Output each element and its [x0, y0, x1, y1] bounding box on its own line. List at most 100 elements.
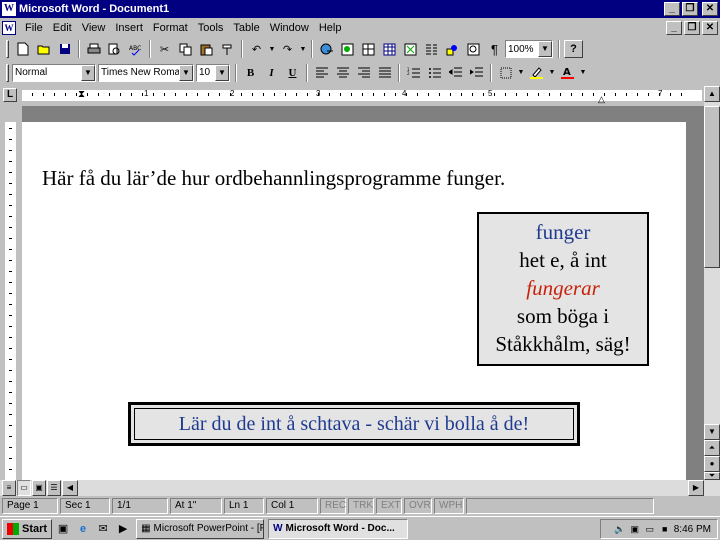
word-app-icon[interactable]: W	[2, 2, 16, 16]
status-ext[interactable]: EXT	[376, 498, 402, 514]
zoom-dropdown-icon[interactable]: ▼	[538, 41, 552, 57]
cut-icon[interactable]: ✂	[155, 40, 174, 58]
font-select[interactable]: Times New Roman ▼	[98, 63, 194, 82]
ruler-strip[interactable]: ⧗ 1 2 3 4 5 7 △	[22, 89, 702, 104]
font-size-dropdown-icon[interactable]: ▼	[215, 64, 229, 81]
tab-selector-icon[interactable]: L	[3, 88, 17, 102]
clock[interactable]: 8:46 PM	[674, 524, 711, 535]
taskbar-powerpoint[interactable]: ▦ Microsoft PowerPoint - [Fe...	[136, 518, 265, 539]
status-wph[interactable]: WPH	[434, 498, 464, 514]
vertical-scrollbar[interactable]: ▲ ▼ ⏶ ● ⏷	[704, 86, 720, 480]
body-paragraph[interactable]: Här få du lär’de hur ordbehannlingsprogr…	[42, 166, 505, 191]
highlight-icon[interactable]	[527, 64, 546, 82]
italic-button[interactable]: I	[262, 64, 281, 82]
undo-icon[interactable]: ↶	[247, 40, 266, 58]
select-browse-object-icon[interactable]: ●	[704, 456, 720, 472]
columns-icon[interactable]	[422, 40, 441, 58]
scroll-up-icon[interactable]: ▲	[704, 86, 720, 102]
page-layout-view-icon[interactable]: ▣	[32, 480, 46, 496]
bullets-icon[interactable]	[425, 64, 444, 82]
horizontal-ruler[interactable]: L ⧗ 1 2 3 4 5 7 △	[0, 86, 704, 106]
office-assistant-help-button[interactable]: ?	[564, 40, 583, 58]
close-button[interactable]: ✕	[702, 2, 718, 16]
vertical-ruler-strip[interactable]	[5, 122, 16, 480]
tables-borders-icon[interactable]	[359, 40, 378, 58]
font-color-dropdown-icon[interactable]: ▼	[579, 64, 587, 82]
display-icon[interactable]: ▭	[644, 523, 656, 535]
menu-format[interactable]: Format	[148, 22, 193, 34]
bold-button[interactable]: B	[241, 64, 260, 82]
zoom-select[interactable]: 100% ▼	[505, 40, 553, 58]
document-map-icon[interactable]	[464, 40, 483, 58]
tray-app-icon[interactable]: ■	[659, 523, 671, 535]
outline-view-icon[interactable]: ☰	[47, 480, 61, 496]
previous-page-icon[interactable]: ⏶	[704, 440, 720, 456]
justify-icon[interactable]	[375, 64, 394, 82]
open-folder-icon[interactable]	[34, 40, 53, 58]
document-area[interactable]: Här få du lär’de hur ordbehannlingsprogr…	[22, 106, 704, 480]
print-icon[interactable]	[84, 40, 103, 58]
hyperlink-icon[interactable]	[317, 40, 336, 58]
spelling-icon[interactable]: ABC	[126, 40, 145, 58]
horizontal-scrollbar[interactable]: ≡ ▭ ▣ ☰ ◀ ▶	[0, 480, 720, 496]
volume-icon[interactable]: 🔈	[614, 523, 626, 535]
toolbar-grip[interactable]	[6, 40, 9, 58]
restore-button[interactable]: ❐	[682, 2, 698, 16]
redo-icon[interactable]: ↷	[278, 40, 297, 58]
align-left-icon[interactable]	[312, 64, 331, 82]
first-line-indent-marker-icon[interactable]: ⧗	[78, 90, 85, 100]
document-page[interactable]: Här få du lär’de hur ordbehannlingsprogr…	[22, 122, 686, 480]
online-layout-view-icon[interactable]: ▭	[17, 480, 31, 496]
new-document-icon[interactable]	[13, 40, 32, 58]
status-ovr[interactable]: OVR	[404, 498, 432, 514]
normal-view-icon[interactable]: ≡	[2, 480, 16, 496]
doc-minimize-button[interactable]: _	[666, 20, 682, 35]
align-center-icon[interactable]	[333, 64, 352, 82]
font-dropdown-icon[interactable]: ▼	[179, 64, 193, 81]
web-toolbar-icon[interactable]	[338, 40, 357, 58]
font-color-icon[interactable]: A	[558, 64, 577, 82]
status-trk[interactable]: TRK	[348, 498, 374, 514]
decrease-indent-icon[interactable]	[446, 64, 465, 82]
start-button[interactable]: Start	[2, 518, 53, 539]
copy-icon[interactable]	[176, 40, 195, 58]
menu-help[interactable]: Help	[314, 22, 347, 34]
highlight-dropdown-icon[interactable]: ▼	[548, 64, 556, 82]
numbering-icon[interactable]: 12	[404, 64, 423, 82]
doc-close-button[interactable]: ✕	[702, 20, 718, 35]
banner-text-box[interactable]: Lär du de int å schtava - schär vi bolla…	[128, 402, 580, 446]
network-icon[interactable]: ▣	[629, 523, 641, 535]
borders-icon[interactable]	[496, 64, 515, 82]
internet-explorer-icon[interactable]: e	[74, 520, 92, 538]
insert-table-icon[interactable]	[380, 40, 399, 58]
menu-table[interactable]: Table	[228, 22, 264, 34]
style-dropdown-icon[interactable]: ▼	[81, 64, 95, 81]
vertical-ruler[interactable]	[0, 106, 22, 480]
document-icon[interactable]: W	[2, 20, 16, 35]
desktop-icon[interactable]: ▣	[54, 520, 72, 538]
style-select[interactable]: Normal ▼	[12, 63, 96, 82]
undo-dropdown-icon[interactable]: ▼	[268, 40, 276, 58]
toolbar-grip[interactable]	[6, 63, 9, 82]
drawing-icon[interactable]	[443, 40, 462, 58]
next-page-icon[interactable]: ⏷	[704, 472, 720, 480]
scroll-left-icon[interactable]: ◀	[62, 480, 78, 496]
menu-tools[interactable]: Tools	[193, 22, 229, 34]
menu-edit[interactable]: Edit	[48, 22, 77, 34]
title-bar[interactable]: W Microsoft Word - Document1 _ ❐ ✕	[0, 0, 720, 18]
status-rec[interactable]: REC	[320, 498, 346, 514]
scroll-down-icon[interactable]: ▼	[704, 424, 720, 440]
align-right-icon[interactable]	[354, 64, 373, 82]
increase-indent-icon[interactable]	[467, 64, 486, 82]
menu-view[interactable]: View	[77, 22, 111, 34]
callout-text-box[interactable]: funger het e, å int fungerar som böga i …	[477, 212, 649, 366]
font-size-select[interactable]: 10 ▼	[196, 63, 230, 82]
scroll-thumb[interactable]	[704, 106, 720, 268]
underline-button[interactable]: U	[283, 64, 302, 82]
save-icon[interactable]	[55, 40, 74, 58]
doc-restore-button[interactable]: ❐	[684, 20, 700, 35]
media-player-icon[interactable]: ▶	[114, 520, 132, 538]
format-painter-icon[interactable]	[218, 40, 237, 58]
redo-dropdown-icon[interactable]: ▼	[299, 40, 307, 58]
menu-window[interactable]: Window	[265, 22, 314, 34]
